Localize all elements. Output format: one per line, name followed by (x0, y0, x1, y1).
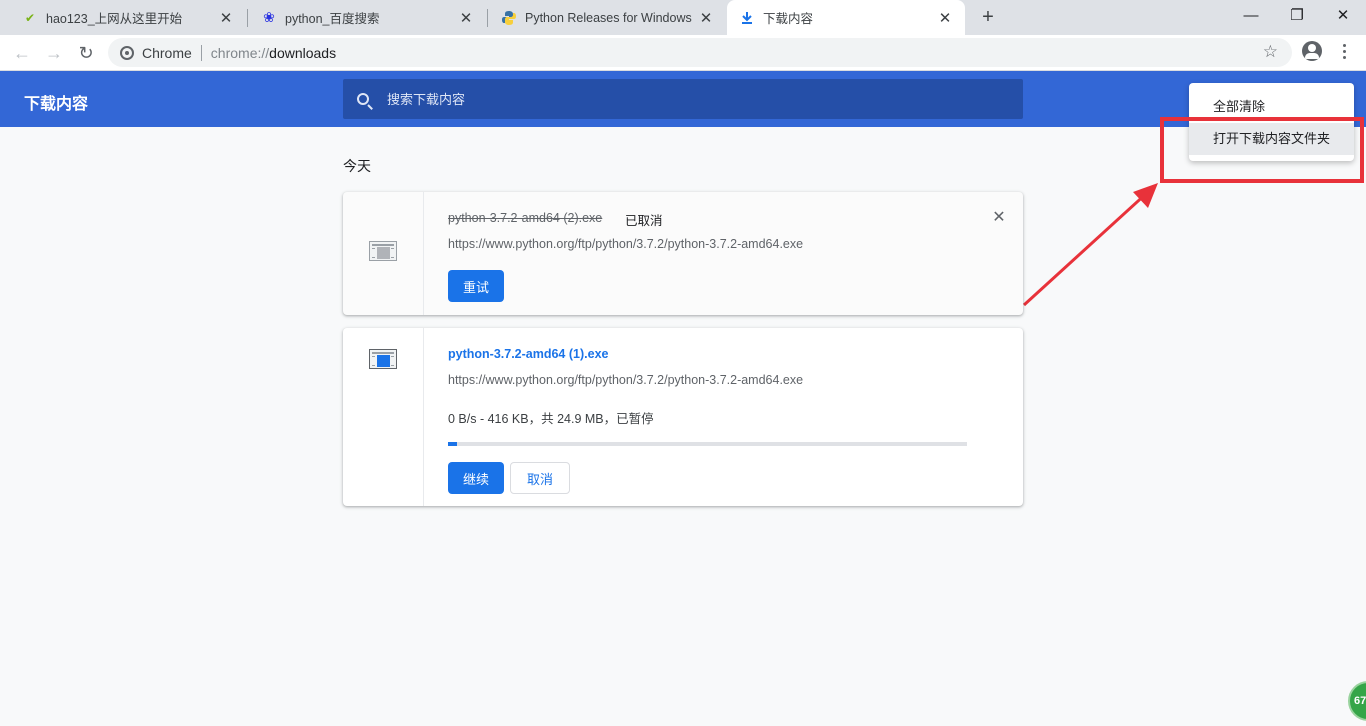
tab-title: hao123_上网从这里开始 (46, 12, 183, 26)
forward-button[interactable]: → (40, 39, 68, 67)
chrome-menu-icon[interactable] (1336, 41, 1352, 61)
status-tag: 已取消 (625, 214, 663, 228)
browser-toolbar: ← → ↻ Chrome chrome:// downloads ☆ (0, 35, 1366, 71)
corner-badge[interactable]: 67 (1348, 681, 1366, 721)
download-item-cancelled: python-3.7.2-amd64 (2).exe 已取消 https://w… (343, 192, 1023, 315)
search-box[interactable] (343, 79, 1023, 119)
restore-button[interactable]: ❐ (1274, 0, 1320, 30)
tab-downloads[interactable]: 下载内容 ✕ (727, 0, 965, 35)
tab-title: python_百度搜索 (285, 12, 380, 26)
cancel-button[interactable]: 取消 (510, 462, 571, 494)
new-tab-button[interactable]: + (976, 5, 1000, 29)
download-status: 0 B/s - 416 KB，共 24.9 MB，已暂停 (448, 412, 654, 426)
profile-avatar-icon[interactable] (1302, 41, 1322, 61)
address-bar[interactable]: Chrome chrome:// downloads ☆ (108, 38, 1292, 67)
exe-file-icon (369, 349, 397, 369)
bookmark-star-icon[interactable]: ☆ (1263, 42, 1278, 62)
resume-button[interactable]: 继续 (448, 462, 505, 494)
retry-button[interactable]: 重试 (448, 270, 505, 302)
minimize-button[interactable]: — (1228, 0, 1274, 30)
close-window-button[interactable]: ✕ (1320, 0, 1366, 30)
tab-strip: ✔ hao123_上网从这里开始 ✕ ❀ python_百度搜索 ✕ Pytho… (0, 0, 1366, 35)
exe-file-icon (369, 241, 397, 261)
download-item-paused: python-3.7.2-amd64 (1).exe https://www.p… (343, 328, 1023, 506)
download-icon (739, 10, 755, 26)
source-url[interactable]: https://www.python.org/ftp/python/3.7.2/… (448, 237, 803, 251)
file-name-link[interactable]: python-3.7.2-amd64 (1).exe (448, 347, 608, 361)
tab-python-releases[interactable]: Python Releases for Windows ✕ (489, 0, 726, 35)
close-icon[interactable]: ✕ (937, 10, 953, 27)
chrome-page-icon (120, 45, 134, 60)
annotation-highlight-box (1160, 117, 1364, 183)
tab-separator (247, 9, 248, 27)
file-icon-column (343, 192, 424, 315)
source-url[interactable]: https://www.python.org/ftp/python/3.7.2/… (448, 373, 803, 387)
search-icon (357, 93, 369, 105)
search-input[interactable] (387, 91, 987, 107)
progress-fill (448, 442, 457, 446)
site-label: Chrome (142, 44, 192, 61)
remove-item-close-icon[interactable]: ✕ (992, 209, 1006, 226)
reload-button[interactable]: ↻ (72, 39, 100, 67)
python-icon (501, 10, 517, 26)
tab-baidu[interactable]: ❀ python_百度搜索 ✕ (249, 0, 486, 35)
tab-hao123[interactable]: ✔ hao123_上网从这里开始 ✕ (10, 0, 246, 35)
url-path: downloads (269, 44, 337, 61)
url-scheme: chrome:// (210, 44, 270, 61)
omnibox-divider (200, 44, 202, 61)
tab-title: Python Releases for Windows (525, 10, 692, 25)
annotation-arrow-icon (1022, 183, 1158, 307)
back-button[interactable]: ← (8, 39, 36, 67)
progress-bar (448, 442, 967, 446)
tab-title: 下载内容 (763, 12, 814, 26)
baidu-paw-icon: ❀ (263, 9, 275, 25)
page-title: 下载内容 (24, 96, 89, 113)
section-date: 今天 (343, 158, 371, 174)
close-icon[interactable]: ✕ (218, 10, 234, 27)
file-icon-column (343, 328, 424, 506)
hao123-icon: ✔ (24, 10, 36, 25)
file-name: python-3.7.2-amd64 (2).exe (448, 211, 603, 225)
tab-separator (487, 9, 488, 27)
close-icon[interactable]: ✕ (458, 10, 474, 27)
close-icon[interactable]: ✕ (698, 10, 714, 27)
